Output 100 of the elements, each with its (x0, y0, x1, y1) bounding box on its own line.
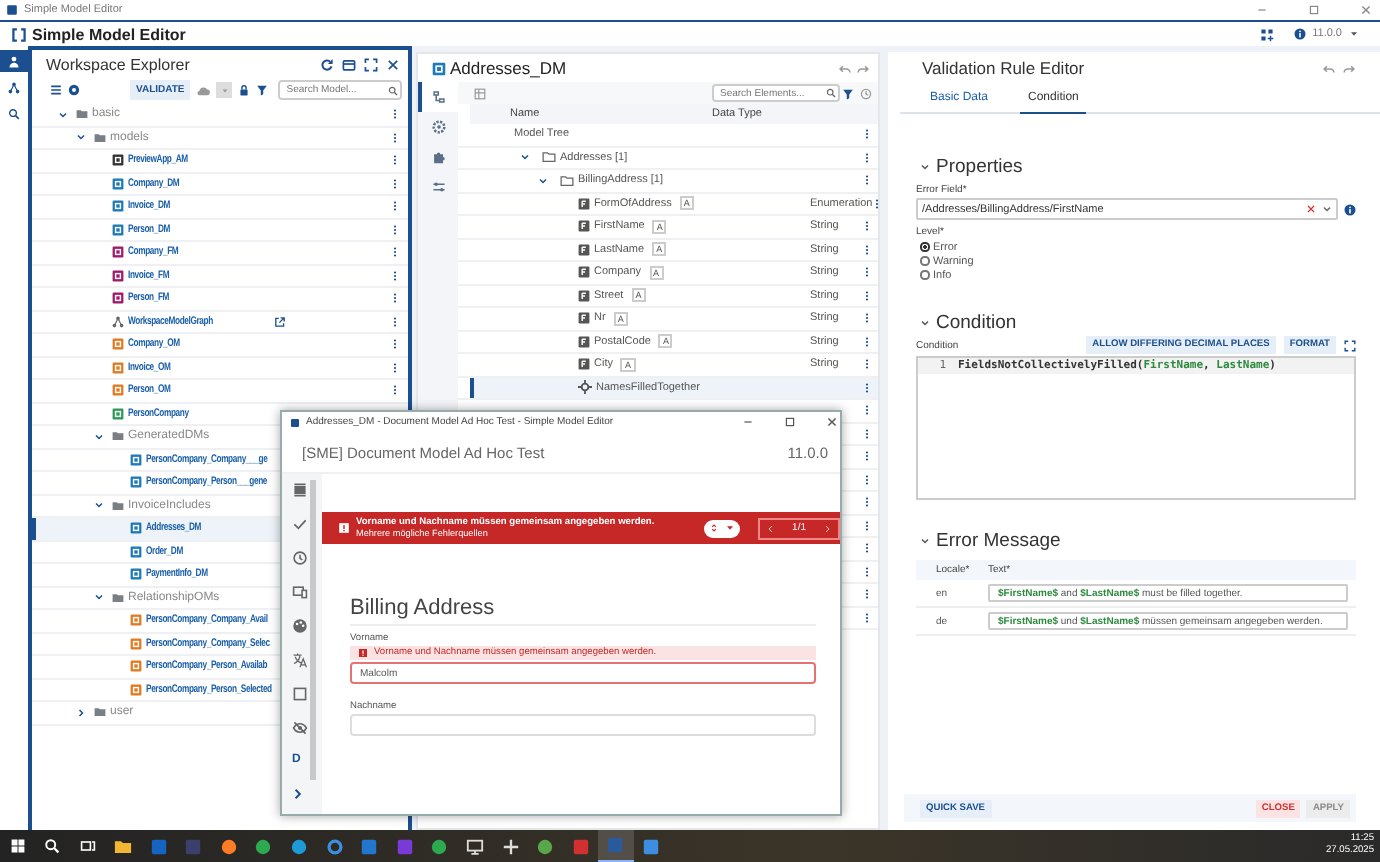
close-icon[interactable] (386, 57, 400, 71)
more-icon[interactable] (862, 404, 872, 417)
undo-icon[interactable] (1322, 61, 1336, 75)
check-icon[interactable] (292, 516, 308, 532)
more-icon[interactable] (862, 611, 872, 624)
lock-icon[interactable] (238, 84, 251, 96)
more-icon[interactable] (862, 450, 872, 463)
chevron-down-icon[interactable] (920, 535, 930, 545)
caret-icon (724, 522, 737, 534)
radio-button[interactable] (920, 256, 929, 266)
caret-down-icon[interactable] (94, 592, 104, 603)
filter-icon[interactable] (842, 87, 854, 99)
caret-down-icon[interactable] (76, 132, 86, 143)
more-icon[interactable] (862, 565, 872, 578)
chevron-down-icon[interactable] (920, 317, 930, 327)
task-view-icon[interactable] (79, 838, 96, 854)
filter-icon[interactable] (256, 84, 269, 96)
more-icon[interactable] (862, 312, 872, 325)
external-link-icon[interactable] (273, 315, 286, 328)
more-icon[interactable] (390, 108, 400, 121)
more-icon[interactable] (862, 496, 872, 509)
more-icon[interactable] (390, 338, 400, 351)
caret-icon (1322, 204, 1332, 214)
more-icon[interactable] (862, 174, 872, 187)
more-icon[interactable] (862, 243, 872, 256)
more-icon[interactable] (390, 384, 400, 397)
more-icon[interactable] (862, 473, 872, 486)
more-icon[interactable] (872, 197, 883, 210)
more-icon[interactable] (390, 154, 400, 167)
more-icon[interactable] (862, 588, 872, 601)
info-icon[interactable] (1294, 28, 1307, 40)
more-icon[interactable] (390, 361, 400, 374)
caret-down-icon[interactable] (94, 431, 104, 442)
more-icon[interactable] (390, 246, 400, 259)
clock-icon[interactable] (860, 87, 872, 99)
fullscreen-icon[interactable] (364, 57, 378, 71)
relation-model-icon (112, 407, 124, 420)
radio-button[interactable] (920, 242, 929, 252)
devices-icon[interactable] (292, 584, 308, 600)
caret-down-icon[interactable] (538, 175, 548, 186)
more-icon[interactable] (390, 131, 400, 144)
maximize-icon[interactable] (784, 416, 796, 428)
field-icon (578, 197, 590, 210)
more-icon[interactable] (862, 427, 872, 440)
caret-icon[interactable] (1348, 28, 1360, 40)
search-icon[interactable] (44, 838, 61, 854)
more-icon[interactable] (862, 220, 872, 233)
more-icon[interactable] (862, 151, 872, 164)
windows-start-icon[interactable] (9, 838, 26, 854)
models-tab[interactable] (0, 50, 28, 72)
translate-icon[interactable] (292, 652, 308, 668)
more-icon[interactable] (862, 542, 872, 555)
settings-icon[interactable] (68, 84, 80, 96)
minimize-icon[interactable] (742, 416, 754, 428)
caret-down-icon[interactable] (520, 152, 530, 163)
more-icon[interactable] (862, 381, 872, 394)
cloud-icon[interactable] (196, 83, 211, 97)
caret-right-icon[interactable] (76, 707, 86, 718)
more-icon[interactable] (862, 128, 872, 141)
close-icon[interactable] (1360, 4, 1372, 16)
undo-icon[interactable] (838, 61, 852, 75)
info-icon[interactable] (1344, 203, 1356, 215)
history-icon[interactable] (292, 550, 308, 566)
more-icon[interactable] (862, 358, 872, 371)
more-icon[interactable] (390, 223, 400, 236)
more-icon[interactable] (390, 269, 400, 282)
more-icon[interactable] (390, 200, 400, 213)
structure-tab[interactable] (418, 82, 458, 112)
close-icon[interactable] (826, 416, 838, 428)
toggle-button[interactable] (704, 519, 741, 537)
tools-icon[interactable] (1260, 27, 1275, 41)
radio-button[interactable] (920, 270, 929, 280)
maximize-icon[interactable] (1308, 4, 1320, 16)
caret-down-icon[interactable] (58, 109, 68, 120)
chevron-right-icon[interactable] (292, 788, 304, 800)
object-model-icon (112, 361, 124, 374)
more-icon[interactable] (862, 289, 872, 302)
more-icon[interactable] (862, 519, 872, 532)
list-icon[interactable] (50, 84, 62, 96)
window-icon[interactable] (342, 57, 356, 71)
palette-icon[interactable] (292, 618, 308, 634)
text-field[interactable] (350, 714, 816, 736)
redo-icon[interactable] (1342, 61, 1356, 75)
expand-icon[interactable] (1344, 339, 1356, 351)
more-icon[interactable] (390, 177, 400, 190)
square-icon[interactable] (292, 686, 308, 702)
more-icon[interactable] (390, 292, 400, 305)
layers-icon[interactable] (292, 482, 308, 498)
monitor-icon (466, 837, 485, 855)
redo-icon[interactable] (856, 61, 870, 75)
eye-off-icon[interactable] (292, 720, 308, 736)
more-icon[interactable] (862, 266, 872, 279)
grid-icon[interactable] (474, 87, 486, 99)
refresh-icon[interactable] (320, 57, 334, 71)
app-icon (6, 4, 18, 16)
chevron-down-icon[interactable] (920, 161, 930, 171)
more-icon[interactable] (390, 315, 400, 328)
more-icon[interactable] (862, 335, 872, 348)
folder-icon (112, 499, 124, 512)
caret-down-icon[interactable] (94, 500, 104, 511)
